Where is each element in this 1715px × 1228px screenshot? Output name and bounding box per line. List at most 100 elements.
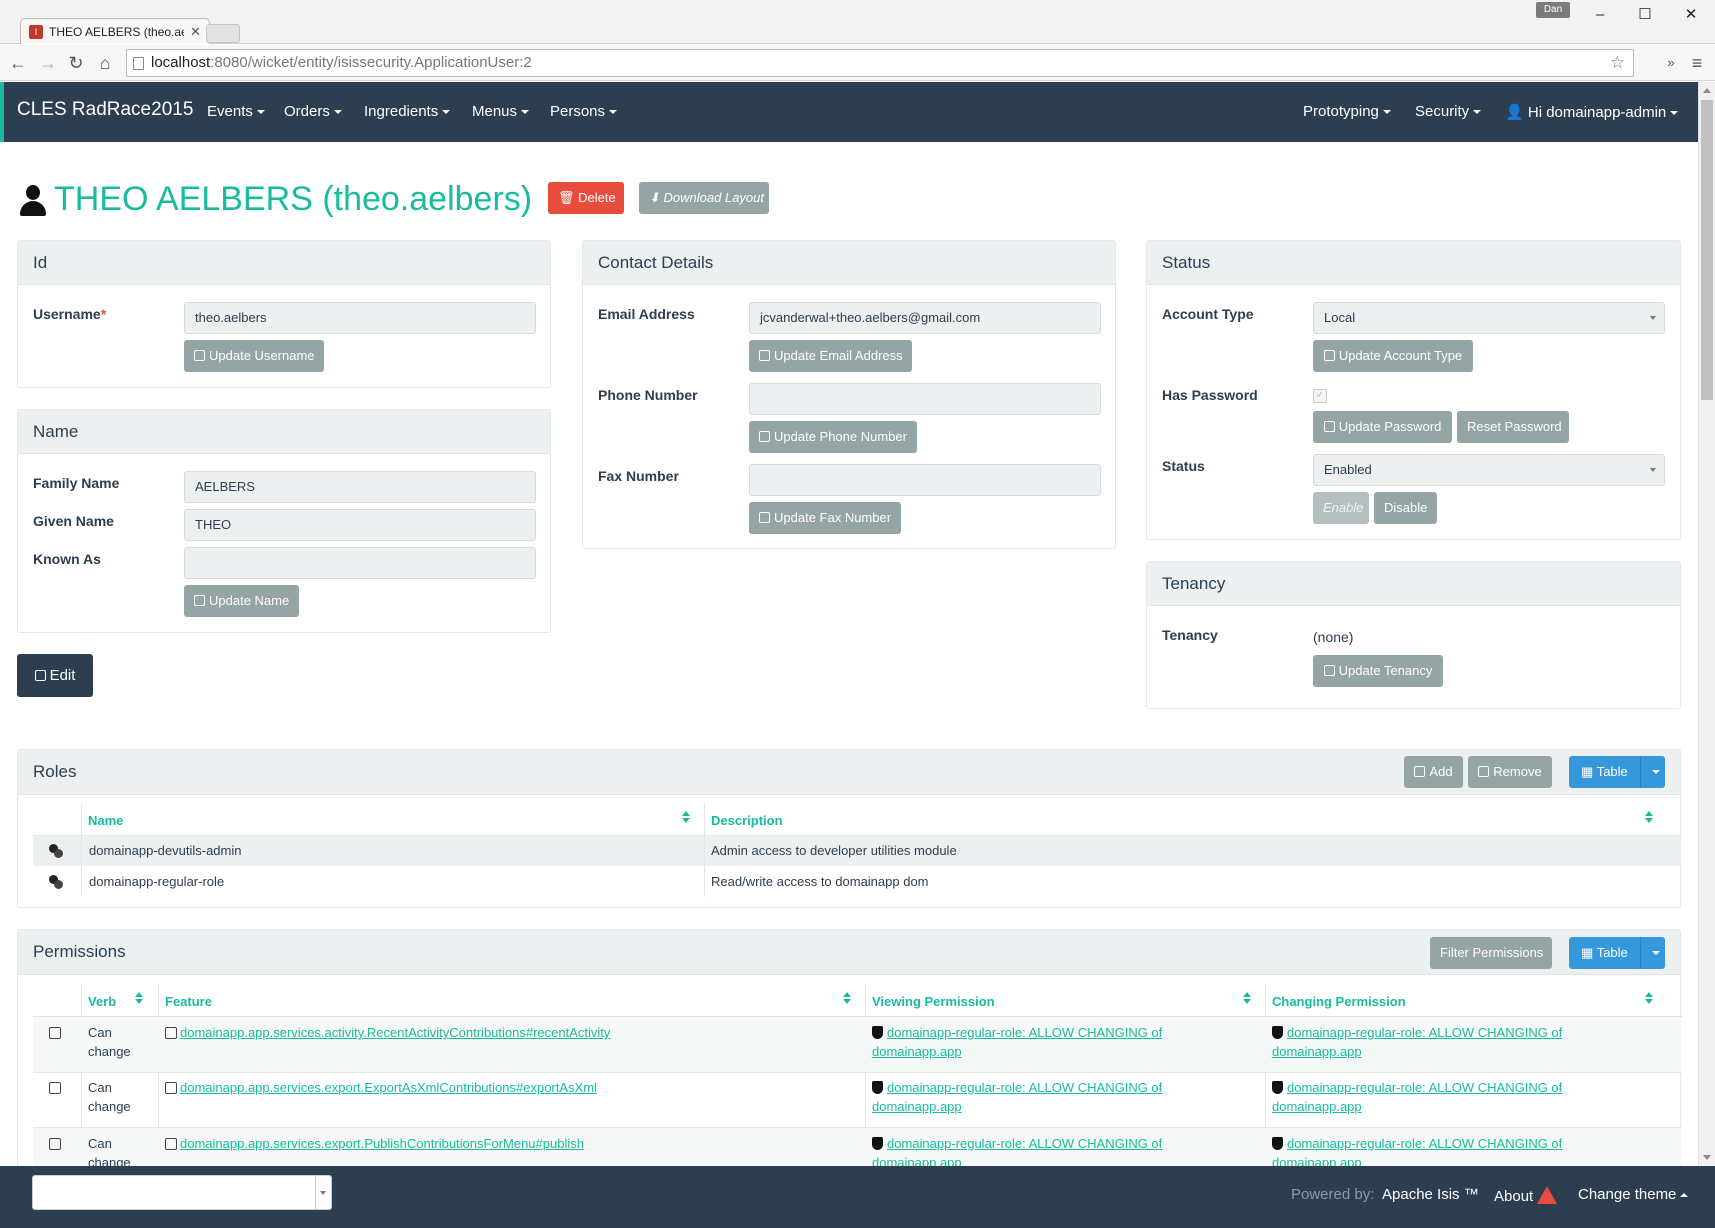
sort-icon[interactable] xyxy=(843,992,851,1004)
download-layout-button[interactable]: ⬇ Download Layout xyxy=(639,182,769,214)
close-tab-icon[interactable]: ✕ xyxy=(190,24,201,40)
table-row[interactable]: Can change domainapp.app.services.activi… xyxy=(33,1017,1681,1072)
disable-button[interactable]: Disable xyxy=(1374,492,1437,524)
perm-col-verb[interactable]: Verb xyxy=(88,994,116,1009)
feature-link[interactable]: domainapp.app.services.export.PublishCon… xyxy=(180,1136,584,1151)
page-scrollbar[interactable] xyxy=(1698,82,1715,1166)
bookmarks-select[interactable] xyxy=(32,1175,332,1210)
update-tenancy-button[interactable]: Update Tenancy xyxy=(1313,655,1443,687)
scroll-thumb[interactable] xyxy=(1701,100,1713,400)
browser-menu-icon[interactable]: ≡ xyxy=(1685,51,1709,75)
family-name-field[interactable]: AELBERS xyxy=(184,471,536,503)
roles-view-toggle[interactable]: ▦ Table xyxy=(1569,756,1665,788)
apache-isis-link[interactable]: Apache Isis ™ xyxy=(1382,1186,1479,1203)
perm-col-viewing[interactable]: Viewing Permission xyxy=(872,994,995,1009)
changing-link[interactable]: domainapp-regular-role: ALLOW CHANGING o… xyxy=(1287,1136,1562,1151)
reset-password-button[interactable]: Reset Password xyxy=(1457,411,1569,443)
sort-icon[interactable] xyxy=(135,992,143,1004)
update-account-type-button[interactable]: Update Account Type xyxy=(1313,340,1473,372)
sort-icon[interactable] xyxy=(1645,811,1653,823)
forward-icon[interactable]: → xyxy=(36,51,60,75)
menu-security[interactable]: Security xyxy=(1415,103,1482,120)
table-row[interactable]: domainapp-regular-role Read/write access… xyxy=(33,867,1681,897)
scroll-up-arrow-icon[interactable] xyxy=(1703,88,1711,93)
maximize-icon[interactable]: ☐ xyxy=(1630,5,1660,25)
perm-col-feature[interactable]: Feature xyxy=(165,994,212,1009)
fax-field[interactable] xyxy=(749,464,1101,496)
viewing-link-line-2[interactable]: domainapp.app xyxy=(872,1097,962,1116)
account-type-select[interactable]: Local xyxy=(1313,302,1665,334)
add-role-button[interactable]: Add xyxy=(1404,756,1463,788)
username-field[interactable]: theo.aelbers xyxy=(184,302,536,334)
email-field[interactable]: jcvanderwal+theo.aelbers@gmail.com xyxy=(749,302,1101,334)
changing-link-line-2[interactable]: domainapp.app xyxy=(1272,1097,1362,1116)
minimize-icon[interactable]: – xyxy=(1585,5,1615,25)
filter-permissions-button[interactable]: Filter Permissions xyxy=(1430,937,1552,969)
browser-tab[interactable]: I THEO AELBERS (theo.aelb ✕ xyxy=(20,18,210,44)
viewing-link-line-2[interactable]: domainapp.app xyxy=(872,1042,962,1061)
menu-prototyping[interactable]: Prototyping xyxy=(1303,103,1391,120)
viewing-link[interactable]: domainapp-regular-role: ALLOW CHANGING o… xyxy=(887,1136,1162,1151)
edit-button[interactable]: Edit xyxy=(17,654,93,697)
enable-button[interactable]: Enable xyxy=(1313,492,1369,524)
feature-cell: domainapp.app.services.activity.RecentAc… xyxy=(165,1023,610,1042)
role-icon[interactable] xyxy=(49,875,63,889)
changing-link-line-2[interactable]: domainapp.app xyxy=(1272,1042,1362,1061)
sort-icon[interactable] xyxy=(1243,992,1251,1004)
changing-link[interactable]: domainapp-regular-role: ALLOW CHANGING o… xyxy=(1287,1025,1562,1040)
update-name-button[interactable]: Update Name xyxy=(184,585,299,617)
table-row[interactable]: Can change domainapp.app.services.export… xyxy=(33,1128,1681,1170)
feature-link[interactable]: domainapp.app.services.export.ExportAsXm… xyxy=(180,1080,597,1095)
reload-icon[interactable]: ↻ xyxy=(64,51,88,75)
bookmark-star-icon[interactable]: ☆ xyxy=(1610,50,1625,76)
feature-link[interactable]: domainapp.app.services.activity.RecentAc… xyxy=(180,1025,610,1040)
roles-col-name[interactable]: Name xyxy=(88,813,123,828)
chevron-down-icon[interactable] xyxy=(315,1176,331,1209)
menu-menus[interactable]: Menus xyxy=(472,103,530,120)
extensions-overflow-icon[interactable]: » xyxy=(1659,51,1683,75)
table-row[interactable]: Can change domainapp.app.services.export… xyxy=(33,1073,1681,1127)
update-username-button[interactable]: Update Username xyxy=(184,340,324,372)
update-password-button[interactable]: Update Password xyxy=(1313,411,1452,443)
window-close-icon[interactable]: ✕ xyxy=(1676,5,1706,25)
permissions-view-toggle[interactable]: ▦ Table xyxy=(1569,937,1665,969)
roles-col-description[interactable]: Description xyxy=(711,813,783,828)
viewing-link[interactable]: domainapp-regular-role: ALLOW CHANGING o… xyxy=(887,1025,1162,1040)
new-tab-button[interactable] xyxy=(206,24,240,43)
known-as-field[interactable] xyxy=(184,547,536,579)
about-link[interactable]: About xyxy=(1494,1186,1558,1205)
phone-field[interactable] xyxy=(749,383,1101,415)
verb-line-1: Can xyxy=(88,1080,112,1095)
menu-ingredients[interactable]: Ingredients xyxy=(364,103,451,120)
scroll-down-arrow-icon[interactable] xyxy=(1703,1155,1711,1160)
delete-button[interactable]: 🗑 Delete xyxy=(548,182,624,214)
sort-icon[interactable] xyxy=(1645,992,1653,1004)
user-menu[interactable]: 👤 Hi domainapp-admin xyxy=(1505,103,1679,121)
perm-col-changing[interactable]: Changing Permission xyxy=(1272,994,1406,1009)
update-fax-button[interactable]: Update Fax Number xyxy=(749,502,901,534)
update-phone-button[interactable]: Update Phone Number xyxy=(749,421,917,453)
cube-icon[interactable] xyxy=(49,1027,61,1039)
cube-icon[interactable] xyxy=(49,1138,61,1150)
has-password-checkbox[interactable]: ✓ xyxy=(1313,389,1327,403)
back-icon[interactable]: ← xyxy=(6,51,30,75)
url-bar[interactable]: localhost:8080/wicket/entity/isissecurit… xyxy=(126,49,1634,77)
change-theme-menu[interactable]: Change theme xyxy=(1578,1186,1689,1203)
app-brand[interactable]: CLES RadRace2015 xyxy=(17,99,193,121)
cube-icon[interactable] xyxy=(49,1082,61,1094)
remove-role-button[interactable]: Remove xyxy=(1468,756,1552,788)
update-email-button[interactable]: Update Email Address xyxy=(749,340,912,372)
menu-orders[interactable]: Orders xyxy=(284,103,342,120)
table-row[interactable]: domainapp-devutils-admin Admin access to… xyxy=(33,836,1681,866)
role-icon[interactable] xyxy=(49,844,63,858)
home-icon[interactable]: ⌂ xyxy=(93,51,117,75)
menu-persons[interactable]: Persons xyxy=(550,103,618,120)
download-icon: ⬇ xyxy=(649,190,660,205)
menu-events[interactable]: Events xyxy=(207,103,265,120)
status-select[interactable]: Enabled xyxy=(1313,454,1665,486)
changing-link[interactable]: domainapp-regular-role: ALLOW CHANGING o… xyxy=(1287,1080,1562,1095)
given-name-field[interactable]: THEO xyxy=(184,509,536,541)
sort-icon[interactable] xyxy=(682,811,690,823)
profile-badge[interactable]: Dan xyxy=(1536,2,1570,18)
viewing-link[interactable]: domainapp-regular-role: ALLOW CHANGING o… xyxy=(887,1080,1162,1095)
